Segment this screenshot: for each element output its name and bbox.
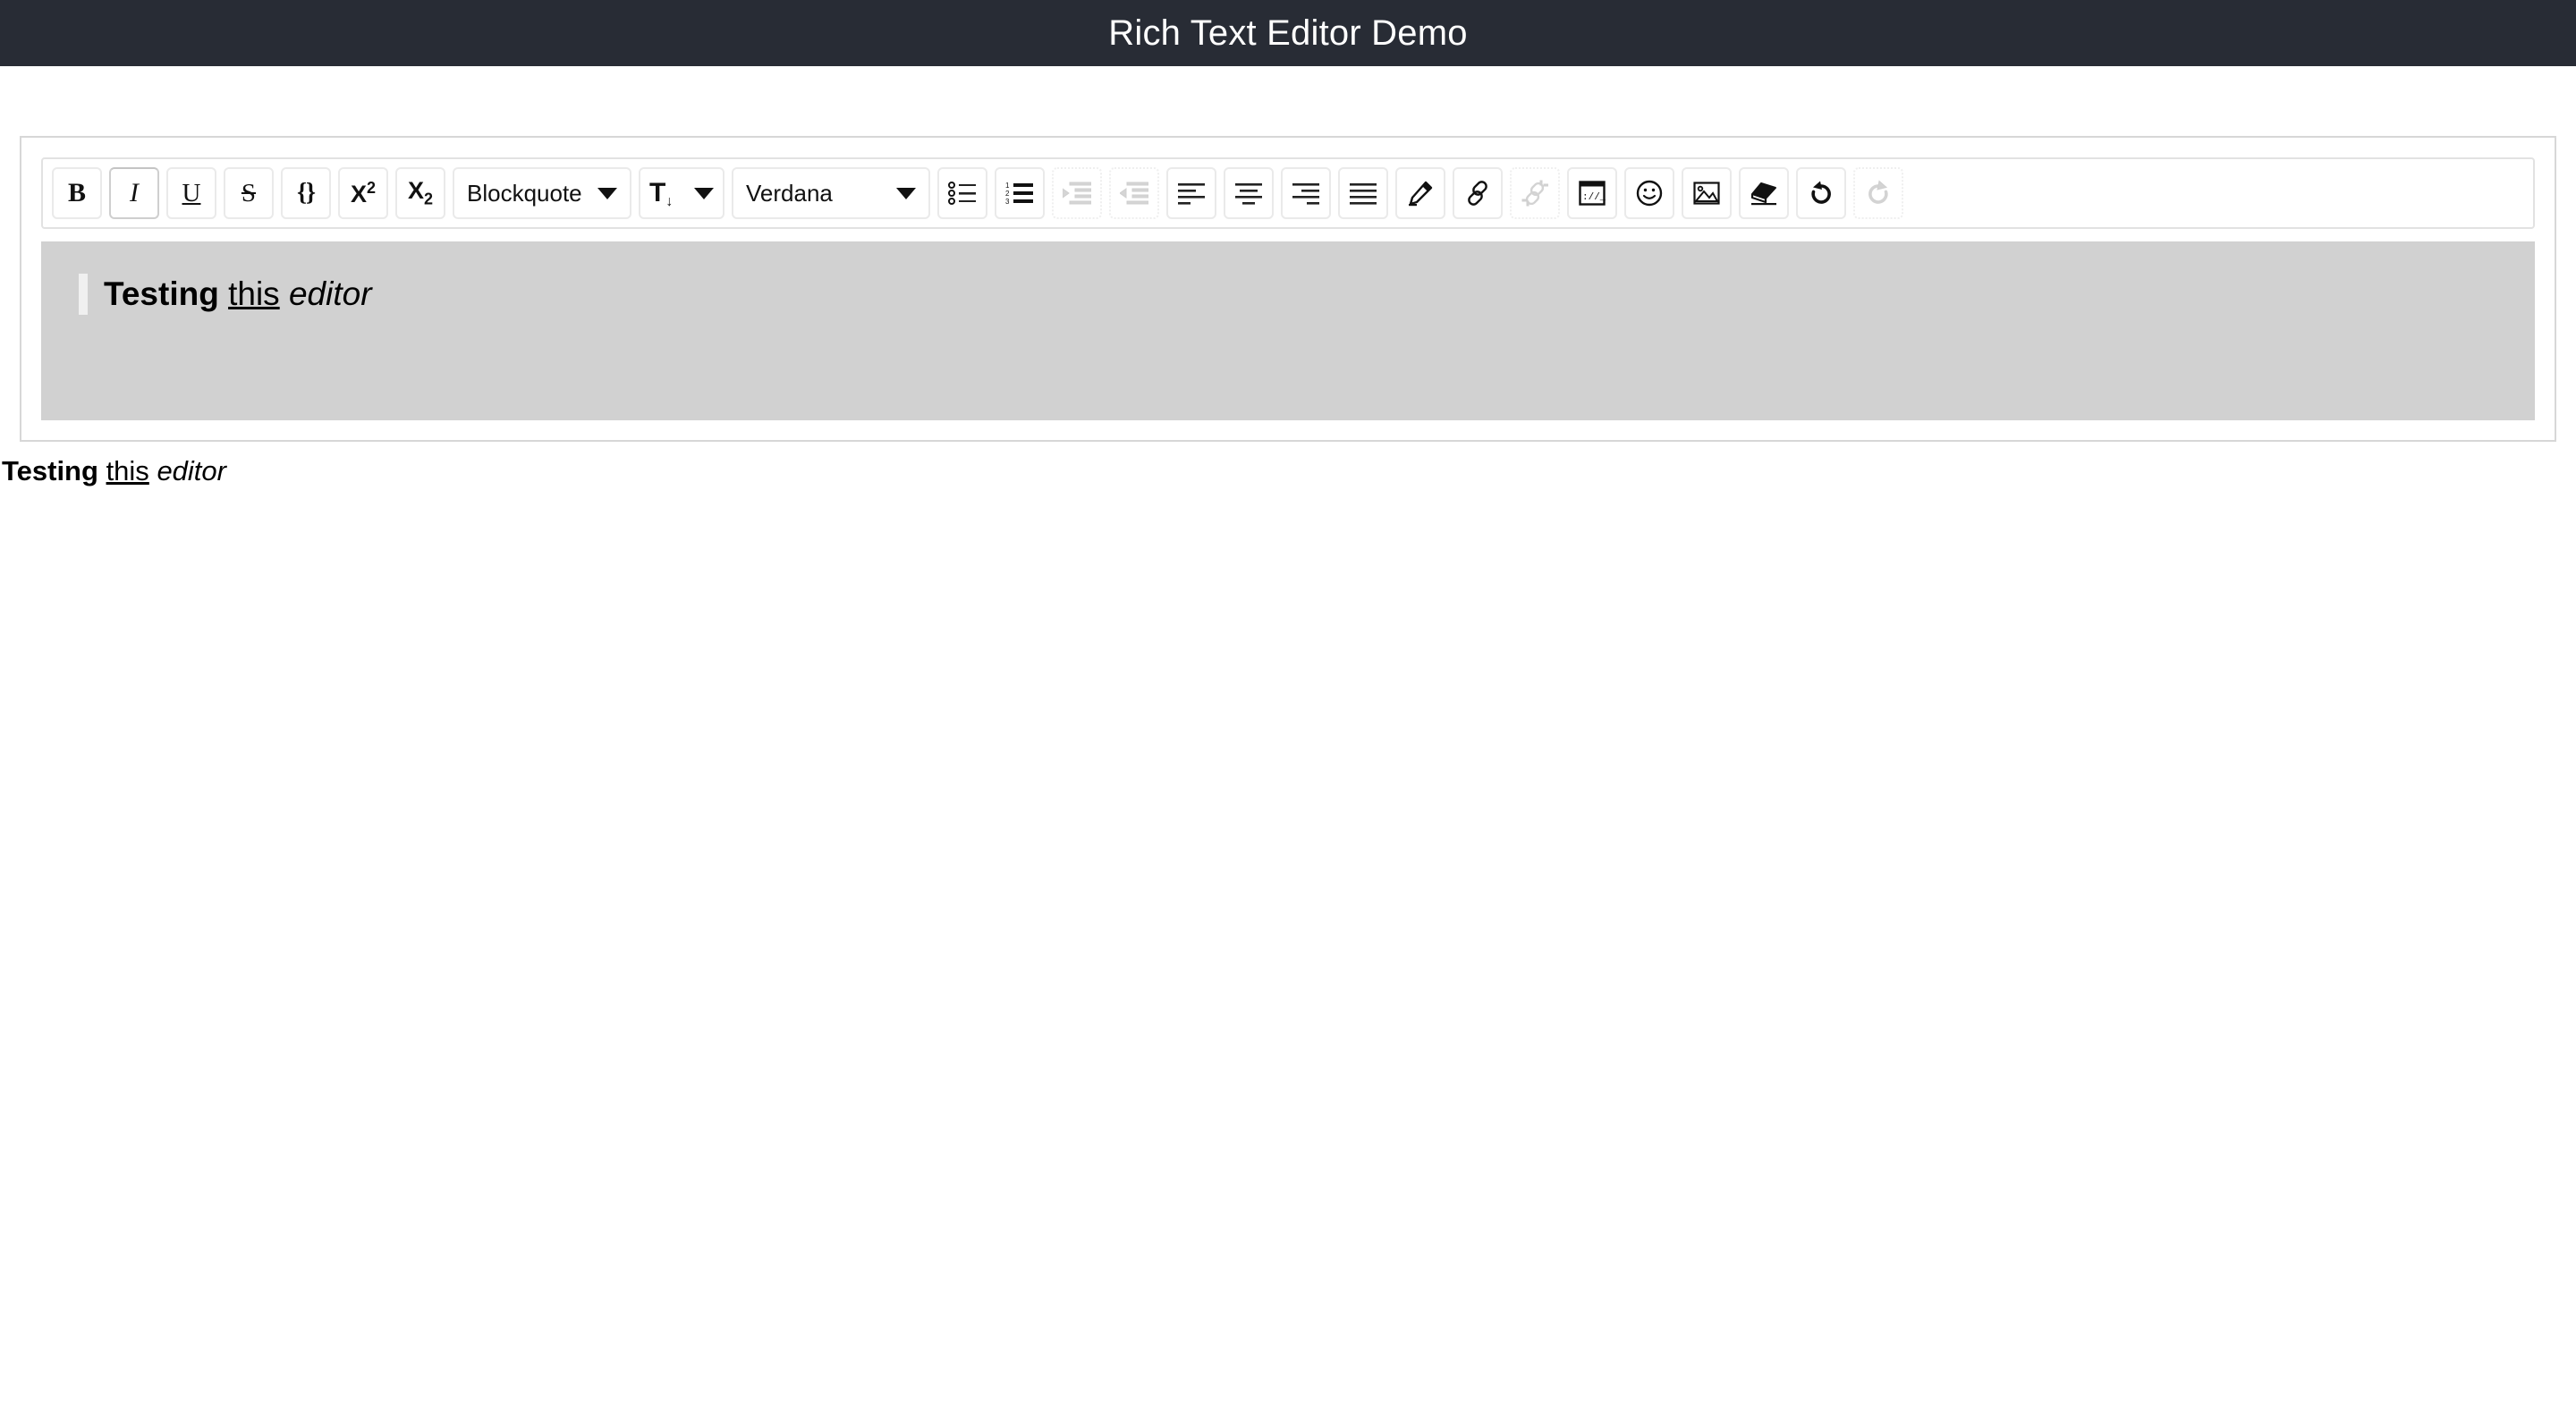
- undo-button[interactable]: [1796, 167, 1846, 219]
- font-size-icon: T ↓: [649, 178, 674, 209]
- blockquote-block: Testing this editor: [79, 274, 2497, 316]
- editor-underline-text: this: [228, 275, 280, 312]
- code-button[interactable]: {}: [281, 167, 331, 219]
- align-left-button[interactable]: [1166, 167, 1216, 219]
- align-left-icon: [1178, 183, 1205, 205]
- app-header: Rich Text Editor Demo: [0, 0, 2576, 66]
- italic-icon: I: [130, 178, 139, 207]
- editor-bold-text: Testing: [104, 275, 219, 312]
- superscript-icon: X2: [350, 179, 377, 207]
- svg-text:://_: ://_: [1582, 192, 1606, 203]
- insert-link-button[interactable]: [1453, 167, 1503, 219]
- image-icon: [1693, 182, 1720, 205]
- chevron-down-icon: [896, 187, 916, 199]
- outdent-button: [1109, 167, 1159, 219]
- numbered-list-icon: 1 2 3: [1005, 182, 1033, 205]
- preview-italic-text: editor: [157, 455, 226, 486]
- code-icon: {}: [296, 179, 316, 207]
- link-icon: [1468, 181, 1487, 206]
- blockquote-dropdown-label: Blockquote: [467, 179, 582, 207]
- align-justify-button[interactable]: [1338, 167, 1388, 219]
- bold-icon: B: [67, 178, 86, 207]
- bold-button[interactable]: B: [52, 167, 102, 219]
- smiley-icon: [1636, 180, 1663, 207]
- unlink-icon: [1521, 180, 1548, 207]
- page-body: B I U S {} X2 X2 Blockquote T ↓ Verdana …: [0, 136, 2576, 487]
- svg-text:1: 1: [1005, 182, 1010, 190]
- font-family-dropdown-label: Verdana: [746, 179, 833, 207]
- indent-icon: [1063, 182, 1091, 205]
- preview-underline-text: this: [106, 455, 149, 486]
- redo-icon: [1868, 180, 1888, 204]
- align-right-icon: [1292, 183, 1319, 205]
- undo-icon: [1811, 181, 1831, 204]
- eraser-icon: [1750, 182, 1776, 206]
- bullet-list-icon: [948, 182, 976, 205]
- clear-format-button[interactable]: [1739, 167, 1789, 219]
- insert-image-button[interactable]: [1682, 167, 1732, 219]
- page-title: Rich Text Editor Demo: [1108, 13, 1468, 53]
- blockquote-dropdown[interactable]: Blockquote: [453, 167, 631, 219]
- pen-icon: [1409, 181, 1433, 207]
- embed-url-button[interactable]: ://_: [1567, 167, 1617, 219]
- align-center-button[interactable]: [1224, 167, 1274, 219]
- svg-text:2: 2: [1005, 190, 1010, 198]
- text-color-button[interactable]: [1395, 167, 1445, 219]
- align-justify-icon: [1350, 183, 1377, 205]
- subscript-icon: X2: [407, 177, 434, 208]
- align-right-button[interactable]: [1281, 167, 1331, 219]
- editor-content-area[interactable]: Testing this editor: [41, 241, 2535, 420]
- underline-button[interactable]: U: [166, 167, 216, 219]
- chevron-down-icon: [597, 187, 617, 199]
- remove-link-button: [1510, 167, 1560, 219]
- editor-toolbar: B I U S {} X2 X2 Blockquote T ↓ Verdana …: [41, 157, 2535, 229]
- redo-button: [1853, 167, 1903, 219]
- underline-icon: U: [182, 178, 201, 207]
- superscript-button[interactable]: X2: [338, 167, 388, 219]
- indent-button: [1052, 167, 1102, 219]
- editor-italic-text: editor: [288, 275, 372, 312]
- font-family-dropdown[interactable]: Verdana: [732, 167, 930, 219]
- outdent-icon: [1120, 182, 1148, 205]
- svg-text:3: 3: [1005, 198, 1010, 205]
- preview-output: Testing this editor: [0, 442, 2576, 487]
- editor-shell: B I U S {} X2 X2 Blockquote T ↓ Verdana …: [20, 136, 2556, 442]
- bullet-list-button[interactable]: [937, 167, 987, 219]
- insert-emoji-button[interactable]: [1624, 167, 1674, 219]
- numbered-list-button[interactable]: 1 2 3: [995, 167, 1045, 219]
- subscript-button[interactable]: X2: [395, 167, 445, 219]
- italic-button[interactable]: I: [109, 167, 159, 219]
- preview-bold-text: Testing: [2, 455, 98, 486]
- font-size-dropdown[interactable]: T ↓: [639, 167, 724, 219]
- align-center-icon: [1235, 183, 1262, 205]
- strikethrough-button[interactable]: S: [224, 167, 274, 219]
- chevron-down-icon: [694, 187, 714, 199]
- embed-window-icon: ://_: [1579, 181, 1606, 206]
- strikethrough-icon: S: [241, 178, 257, 207]
